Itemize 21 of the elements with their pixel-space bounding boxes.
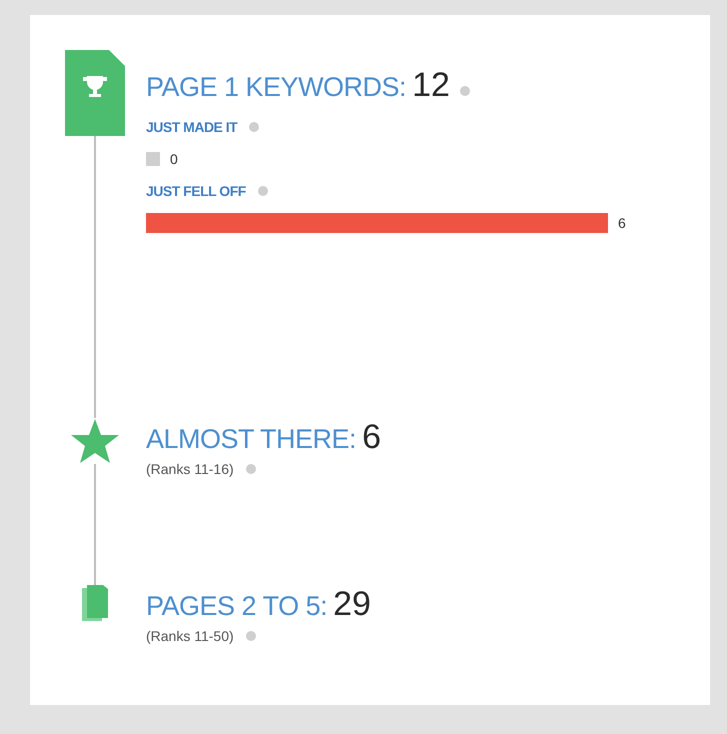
star-icon [70,418,120,464]
bar-value: 0 [170,151,178,167]
bar-value: 6 [618,215,626,231]
rank-range: (Ranks 11-16) [146,461,234,477]
bar-label: JUST MADE IT [146,119,238,135]
section-title: PAGES 2 TO 5: [146,591,328,622]
pages-icon [82,585,108,621]
keyword-count: 6 [362,418,381,457]
keyword-count: 29 [333,585,371,624]
keyword-count: 12 [412,66,450,105]
trophy-document-icon [65,50,125,136]
bar-label: JUST FELL OFF [146,183,246,199]
help-icon[interactable] [246,631,256,641]
help-icon[interactable] [460,86,470,96]
empty-bar [146,152,160,166]
help-icon[interactable] [246,464,256,474]
help-icon[interactable] [258,186,268,196]
rank-range: (Ranks 11-50) [146,628,234,644]
section-title: ALMOST THERE: [146,424,356,455]
help-icon[interactable] [249,122,260,132]
section-title: PAGE 1 KEYWORDS: [146,72,406,103]
